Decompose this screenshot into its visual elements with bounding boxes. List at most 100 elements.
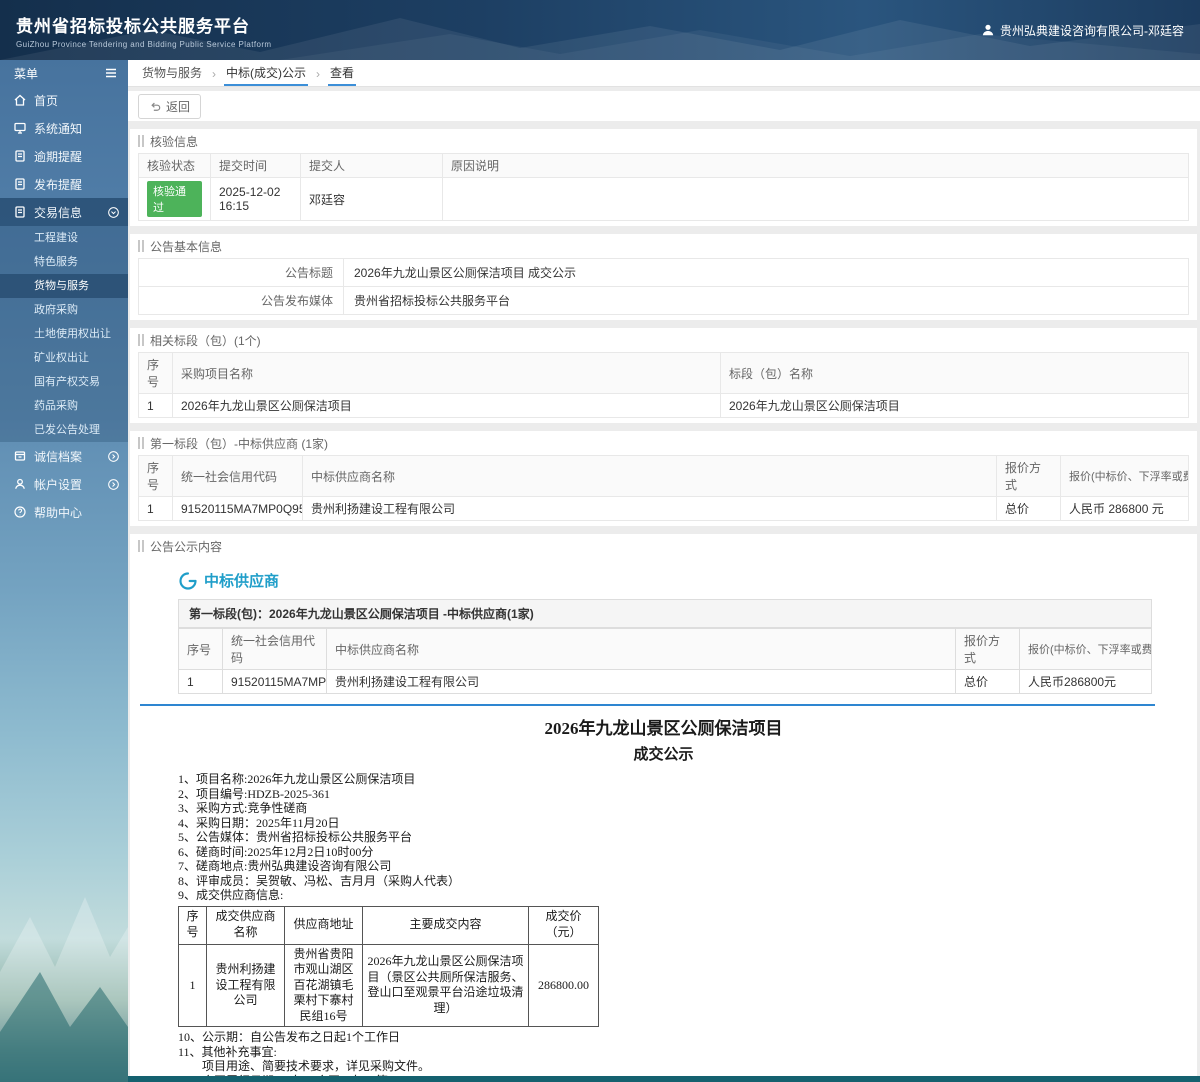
sidebar-item-account-settings[interactable]: 帐户设置 xyxy=(0,470,128,498)
section-marker-icon xyxy=(138,135,144,147)
sidebar-item-trade-info[interactable]: 交易信息 xyxy=(0,198,128,226)
supplier-name-cell: 贵州利扬建设工程有限公司 xyxy=(302,496,997,521)
related-sections-table: 序号 采购项目名称 标段（包）名称 1 2026年九龙山景区公厕保洁项目 202… xyxy=(138,352,1189,418)
announcement-document: 2026年九龙山景区公厕保洁项目 成交公示 1、项目名称:2026年九龙山景区公… xyxy=(130,714,1197,1082)
table-row: 1 91520115MA7MP0Q952 贵州利扬建设工程有限公司 总价 人民币… xyxy=(178,669,1152,694)
deal-price-cell: 286800.00 xyxy=(528,943,599,1028)
table-row: 1 贵州利扬建设工程有限公司 贵州省贵阳市观山湖区百花湖镇毛栗村下寨村民组16号… xyxy=(178,943,599,1028)
table-row: 核验通过 2025-12-02 16:15 邓廷容 xyxy=(138,177,1189,221)
section-header: 第一标段（包）-中标供应商 (1家) xyxy=(130,431,1197,455)
help-icon xyxy=(14,506,26,518)
footer-bar xyxy=(128,1076,1200,1082)
notice-subheader: 第一标段(包)：2026年九龙山景区公厕保洁项目 -中标供应商(1家) xyxy=(178,599,1152,628)
column-header: 中标供应商名称 xyxy=(302,455,997,497)
deal-supplier-table: 序号 成交供应商名称 供应商地址 主要成交内容 成交价（元） 1 贵州利扬建设工… xyxy=(178,905,599,1028)
top-header: 贵州省招标投标公共服务平台 GuiZhou Province Tendering… xyxy=(0,0,1200,60)
doc-line: 3、采购方式:竞争性磋商 xyxy=(178,801,308,815)
section-title: 核验信息 xyxy=(150,134,199,149)
back-button[interactable]: 返回 xyxy=(138,93,202,119)
submenu-item-land-use[interactable]: 土地使用权出让 xyxy=(0,322,128,346)
toolbar: 返回 xyxy=(128,91,1200,121)
sidebar-item-integrity-archive[interactable]: 诚信档案 xyxy=(0,442,128,470)
column-header: 报价(中标价、下浮率或费率) xyxy=(1060,455,1189,497)
submenu-item-featured-services[interactable]: 特色服务 xyxy=(0,250,128,274)
breadcrumb: 货物与服务 › 中标(成交)公示 › 查看 xyxy=(128,60,1200,87)
monitor-icon xyxy=(14,122,26,134)
supplier-name-cell: 贵州利扬建设工程有限公司 xyxy=(206,943,285,1028)
section-marker-icon xyxy=(138,437,144,449)
verification-section: 核验信息 核验状态 提交时间 提交人 原因说明 核验通过 2025-12-02 … xyxy=(130,129,1197,226)
submit-time-cell: 2025-12-02 16:15 xyxy=(210,177,301,221)
submenu-item-goods-services[interactable]: 货物与服务 xyxy=(0,274,128,298)
submenu-item-drug-procurement[interactable]: 药品采购 xyxy=(0,394,128,418)
verify-status-cell: 核验通过 xyxy=(138,177,211,221)
publish-media-value: 贵州省招标投标公共服务平台 xyxy=(343,286,1189,315)
brand-swirl-icon xyxy=(179,571,197,590)
sidebar-item-system-notices[interactable]: 系统通知 xyxy=(0,114,128,142)
menu-header[interactable]: 菜单 xyxy=(0,60,128,86)
column-header: 原因说明 xyxy=(442,153,1189,178)
document-icon xyxy=(15,206,25,218)
column-header: 序号 xyxy=(138,352,173,394)
doc-line: 10、公示期：自公告发布之日起1个工作日 xyxy=(178,1030,401,1045)
table-header-row: 序号 采购项目名称 标段（包）名称 xyxy=(138,352,1189,394)
seq-cell: 1 xyxy=(138,496,173,521)
breadcrumb-item-view[interactable]: 查看 xyxy=(328,60,357,86)
notice-supplier-table: 序号 统一社会信用代码 中标供应商名称 报价方式 报价(中标价、下浮率或费率) … xyxy=(178,628,1152,694)
credit-code-cell: 91520115MA7MP0Q952 xyxy=(222,669,327,694)
column-header: 采购项目名称 xyxy=(172,352,721,394)
page: 贵州省招标投标公共服务平台 GuiZhou Province Tendering… xyxy=(0,0,1200,1082)
column-header: 成交供应商名称 xyxy=(206,905,285,945)
sidebar-item-label: 诚信档案 xyxy=(34,449,83,464)
deal-content-cell: 2026年九龙山景区公厕保洁项目（景区公共厕所保洁服务、登山口至观景平台沿途垃圾… xyxy=(362,943,529,1028)
breadcrumb-item-award-notice[interactable]: 中标(成交)公示 xyxy=(224,60,309,86)
document-title: 2026年九龙山景区公厕保洁项目 xyxy=(544,719,783,738)
notice-content-section: 公告公示内容 中标供应商 第一标段(包)：2026年九龙山景区公厕保洁项目 -中… xyxy=(130,534,1197,1082)
table-row: 公告发布媒体 贵州省招标投标公共服务平台 xyxy=(138,286,1189,315)
project-name-cell: 2026年九龙山景区公厕保洁项目 xyxy=(172,393,721,418)
quote-price-cell: 人民币286800元 xyxy=(1019,669,1152,694)
quote-price-cell: 人民币 286800 元 xyxy=(1060,496,1189,521)
section-title: 公告公示内容 xyxy=(150,539,223,554)
sidebar-item-label: 交易信息 xyxy=(34,205,83,220)
table-header-row: 序号 统一社会信用代码 中标供应商名称 报价方式 报价(中标价、下浮率或费率) xyxy=(138,455,1189,497)
column-header: 主要成交内容 xyxy=(362,905,529,945)
column-header: 提交人 xyxy=(300,153,443,178)
section-marker-icon xyxy=(138,334,144,346)
submenu-item-engineering[interactable]: 工程建设 xyxy=(0,226,128,250)
landscape-art xyxy=(0,897,128,1082)
trade-submenu: 工程建设 特色服务 货物与服务 政府采购 土地使用权出让 矿业权出让 国有产权交… xyxy=(0,226,128,442)
doc-line: 8、评审成员：吴贺敏、冯松、吉月月（采购人代表） xyxy=(178,873,461,888)
user-outline-icon xyxy=(15,478,25,489)
column-header: 统一社会信用代码 xyxy=(172,455,303,497)
winning-supplier-logo: 中标供应商 xyxy=(178,570,1197,591)
sidebar-item-publish-reminder[interactable]: 发布提醒 xyxy=(0,170,128,198)
submenu-item-gov-procurement[interactable]: 政府采购 xyxy=(0,298,128,322)
sidebar-item-label: 发布提醒 xyxy=(34,177,83,192)
sidebar-item-overdue-reminder[interactable]: 逾期提醒 xyxy=(0,142,128,170)
section-header: 核验信息 xyxy=(130,129,1197,153)
column-header: 报价(中标价、下浮率或费率) xyxy=(1019,628,1152,670)
field-label: 公告标题 xyxy=(138,258,344,287)
section-title: 公告基本信息 xyxy=(150,239,223,254)
column-header: 中标供应商名称 xyxy=(326,628,956,670)
user-account-chip[interactable]: 贵州弘典建设咨询有限公司-邓廷容 xyxy=(981,22,1184,39)
document-subtitle: 成交公示 xyxy=(633,747,694,763)
quote-method-cell: 总价 xyxy=(996,496,1061,521)
field-label: 公告发布媒体 xyxy=(138,286,344,315)
supplier-address-cell: 贵州省贵阳市观山湖区百花湖镇毛栗村下寨村民组16号 xyxy=(284,943,363,1028)
submenu-item-published-notices[interactable]: 已发公告处理 xyxy=(0,418,128,442)
submitter-cell: 邓廷容 xyxy=(300,177,443,221)
column-header: 序号 xyxy=(138,455,173,497)
hamburger-icon[interactable] xyxy=(104,66,118,80)
doc-line: 5、公告媒体：贵州省招标投标公共服务平台 xyxy=(178,830,413,844)
document-body: 1、项目名称:2026年九龙山景区公厕保洁项目 2、项目编号:HDZB-2025… xyxy=(178,772,1147,1082)
winning-supplier-section: 第一标段（包）-中标供应商 (1家) 序号 统一社会信用代码 中标供应商名称 报… xyxy=(130,431,1197,526)
submenu-item-state-property[interactable]: 国有产权交易 xyxy=(0,370,128,394)
doc-line: 7、磋商地点:贵州弘典建设咨询有限公司 xyxy=(178,859,392,873)
section-header: 公告公示内容 xyxy=(130,534,1197,558)
submenu-item-mining-rights[interactable]: 矿业权出让 xyxy=(0,346,128,370)
sidebar-item-help-center[interactable]: 帮助中心 xyxy=(0,498,128,526)
sidebar-item-home[interactable]: 首页 xyxy=(0,86,128,114)
breadcrumb-item-goods-services[interactable]: 货物与服务 xyxy=(140,60,204,86)
